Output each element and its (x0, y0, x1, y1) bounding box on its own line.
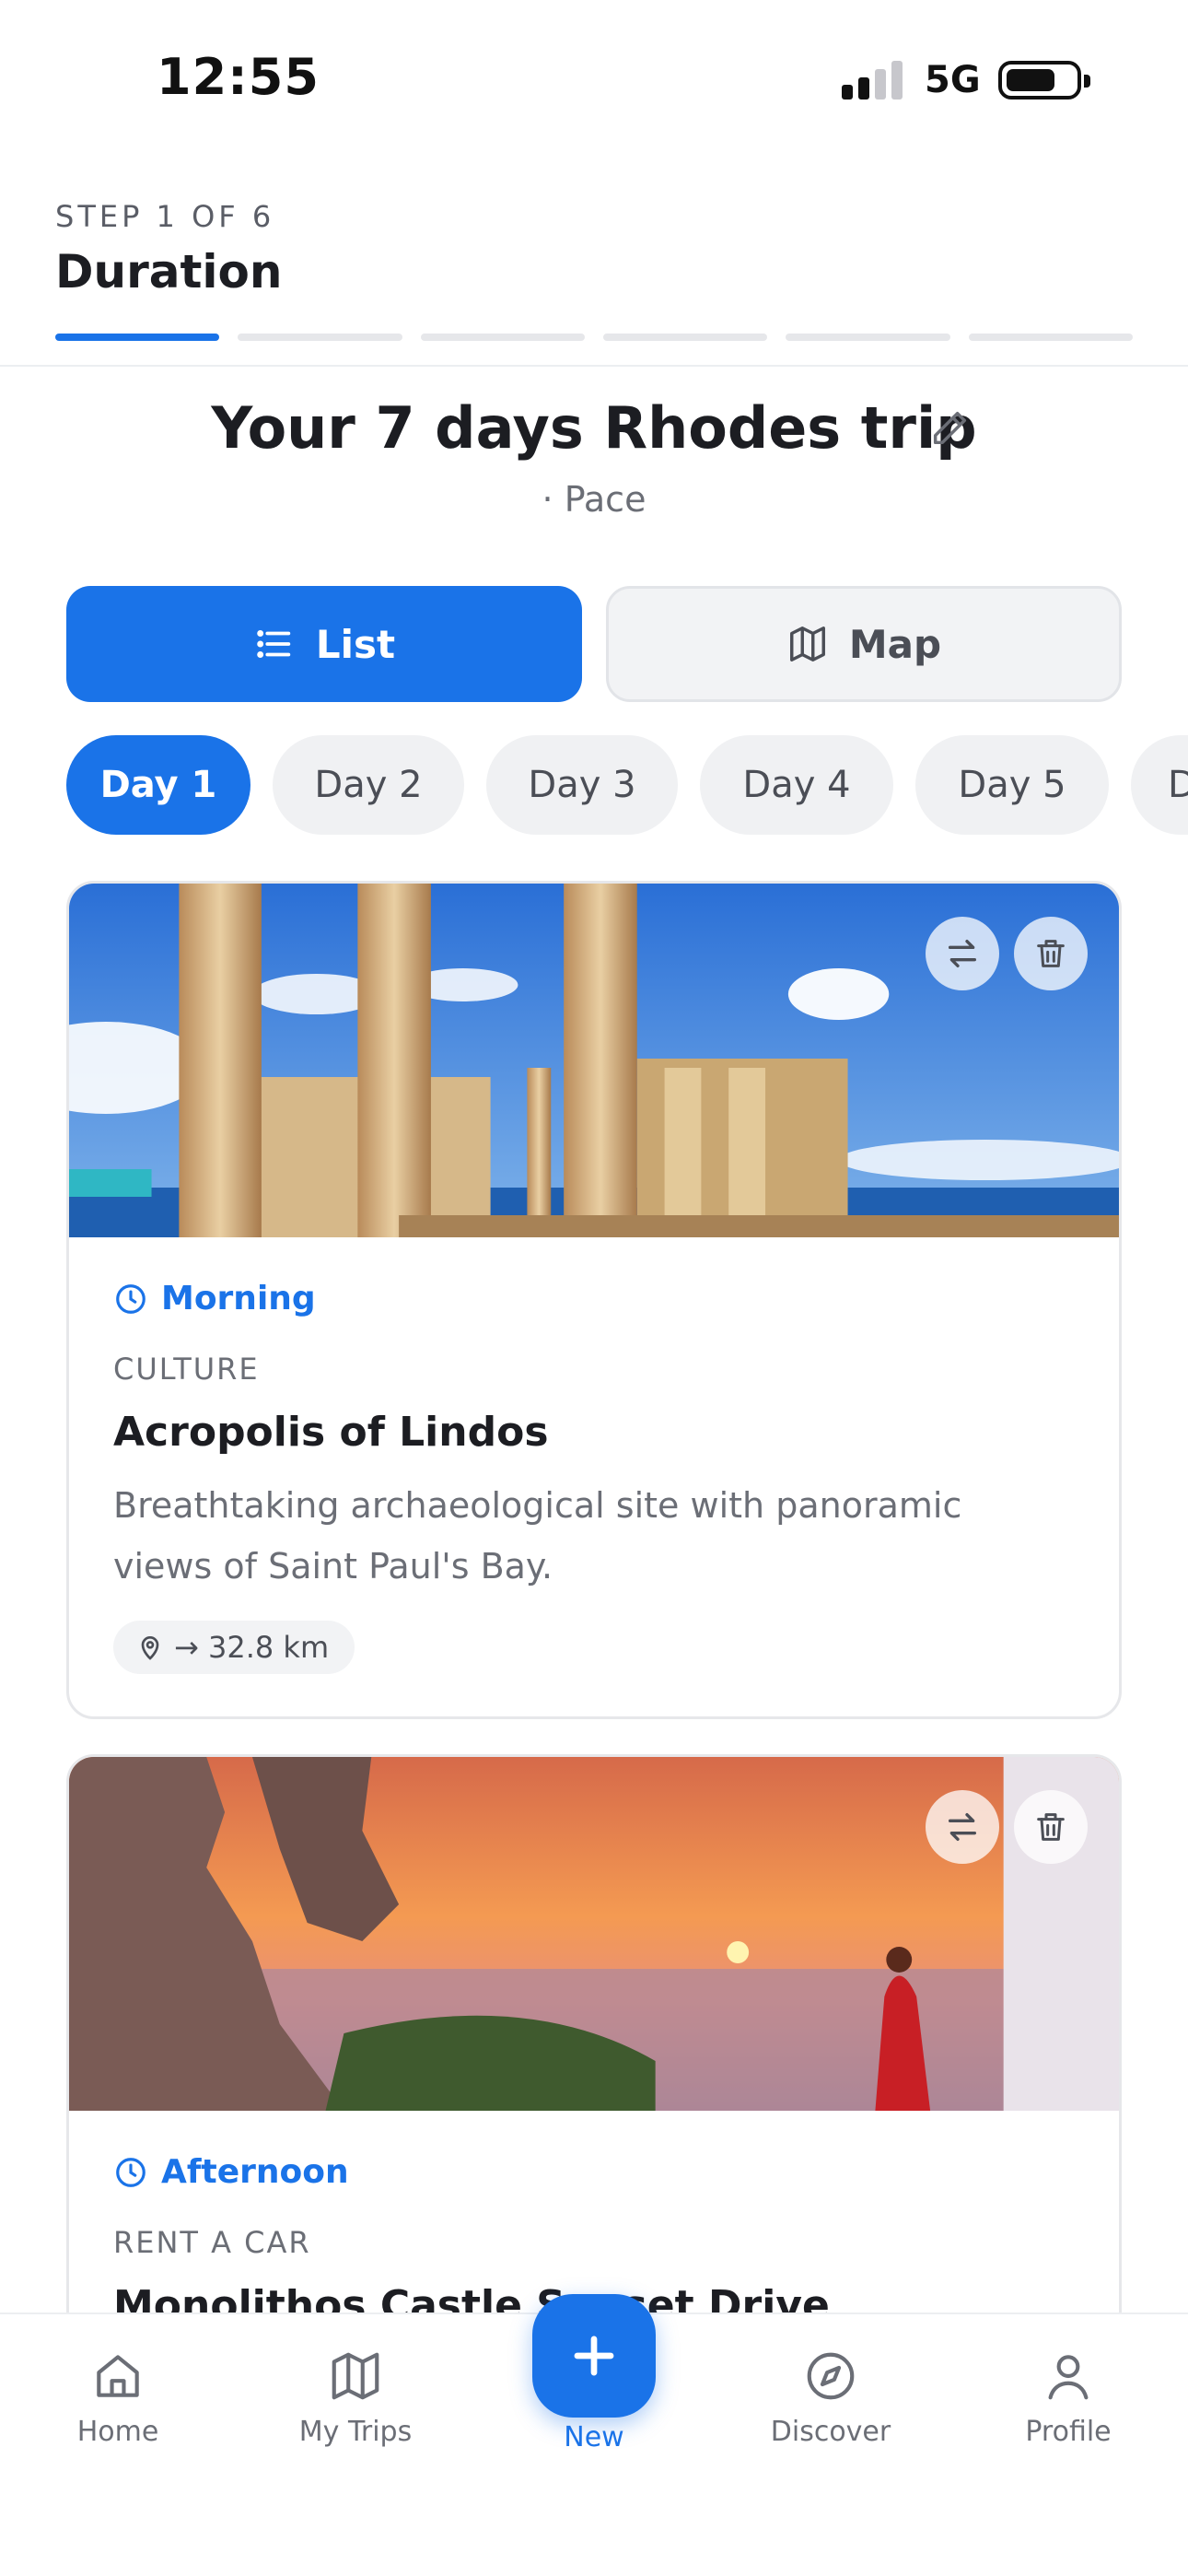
status-bar: 12:55 5G (0, 0, 1188, 157)
activity-description-line: views of Saint Paul's Bay. (113, 1546, 553, 1587)
day-chip-2[interactable]: Day 2 (273, 735, 464, 835)
time-of-day-label: Afternoon (161, 2153, 349, 2191)
plus-icon (574, 2336, 614, 2376)
map-icon (332, 2352, 379, 2400)
trash-icon (1037, 1813, 1065, 1841)
clock-icon (116, 2157, 146, 2187)
progress-segment (786, 334, 950, 341)
new-trip-label: New (564, 2421, 624, 2453)
clock-icon (116, 1283, 146, 1314)
person-icon (1048, 2355, 1089, 2400)
new-trip-button[interactable] (532, 2294, 656, 2418)
day-selector: Day 1 Day 2 Day 3 Day 4 Day 5 D (66, 735, 1188, 837)
delete-activity-button[interactable] (1014, 917, 1088, 990)
nav-home[interactable]: Home (26, 2348, 210, 2448)
day-chip-3[interactable]: Day 3 (486, 735, 678, 835)
time-of-day: Afternoon (113, 2153, 349, 2191)
progress-segment (238, 334, 402, 341)
map-view-label: Map (848, 621, 942, 667)
activity-description: Breathtaking archaeological site with pa… (113, 1475, 1071, 1597)
location-pin-icon (141, 1636, 159, 1660)
swap-icon (949, 1813, 976, 1841)
network-type: 5G (925, 59, 981, 101)
progress-segment (602, 334, 768, 341)
delete-activity-button[interactable] (1014, 1790, 1088, 1864)
trip-header: Your 7 days Rhodes trip (0, 387, 1188, 470)
map-icon (789, 626, 825, 662)
distance-badge: → 32.8 km (113, 1621, 355, 1674)
header-divider (0, 365, 1188, 367)
time-of-day: Morning (113, 1280, 316, 1317)
nav-my-trips[interactable]: My Trips (263, 2348, 448, 2448)
step-title: Duration (55, 245, 283, 299)
activity-category: CULTURE (113, 1352, 260, 1387)
battery-icon (998, 61, 1090, 100)
nav-discover-label: Discover (770, 2416, 891, 2448)
trip-pace: · Pace (542, 479, 646, 520)
nav-profile[interactable]: Profile (976, 2348, 1160, 2448)
trash-icon (1037, 940, 1065, 967)
map-view-button[interactable]: Map (606, 586, 1122, 702)
nav-profile-label: Profile (1025, 2416, 1112, 2448)
trip-title: Your 7 days Rhodes trip (211, 394, 977, 462)
nav-home-label: Home (76, 2416, 159, 2448)
activity-card[interactable]: Morning CULTURE Acropolis of Lindos Brea… (66, 881, 1122, 1719)
progress-segment (55, 334, 220, 341)
activity-description-line: Breathtaking archaeological site with pa… (113, 1485, 962, 1526)
nav-discover[interactable]: Discover (739, 2348, 923, 2448)
progress-segment (420, 334, 585, 341)
step-progress-bar (55, 334, 1133, 341)
status-time: 12:55 (157, 48, 320, 106)
list-view-button[interactable]: List (66, 586, 582, 702)
day-chip-6[interactable]: D (1131, 735, 1188, 835)
step-indicator: STEP 1 OF 6 (55, 199, 275, 234)
activity-image (69, 884, 1119, 1237)
list-view-label: List (315, 621, 396, 667)
day-chip-4[interactable]: Day 4 (700, 735, 893, 835)
swap-activity-button[interactable] (926, 917, 999, 990)
pencil-icon[interactable] (928, 407, 971, 450)
swap-icon (949, 940, 976, 967)
progress-segment (968, 334, 1133, 341)
nav-my-trips-label: My Trips (298, 2416, 413, 2448)
activity-category: RENT A CAR (113, 2225, 311, 2260)
activity-image (69, 1757, 1119, 2111)
day-chip-1[interactable]: Day 1 (66, 735, 250, 835)
home-icon (97, 2355, 139, 2397)
distance-value: → 32.8 km (174, 1630, 330, 1665)
signal-strength-icon (842, 61, 904, 100)
activity-title: Acropolis of Lindos (113, 1409, 549, 1456)
compass-icon (807, 2352, 855, 2400)
list-icon (257, 630, 291, 658)
swap-activity-button[interactable] (926, 1790, 999, 1864)
day-chip-5[interactable]: Day 5 (915, 735, 1109, 835)
time-of-day-label: Morning (161, 1280, 316, 1317)
